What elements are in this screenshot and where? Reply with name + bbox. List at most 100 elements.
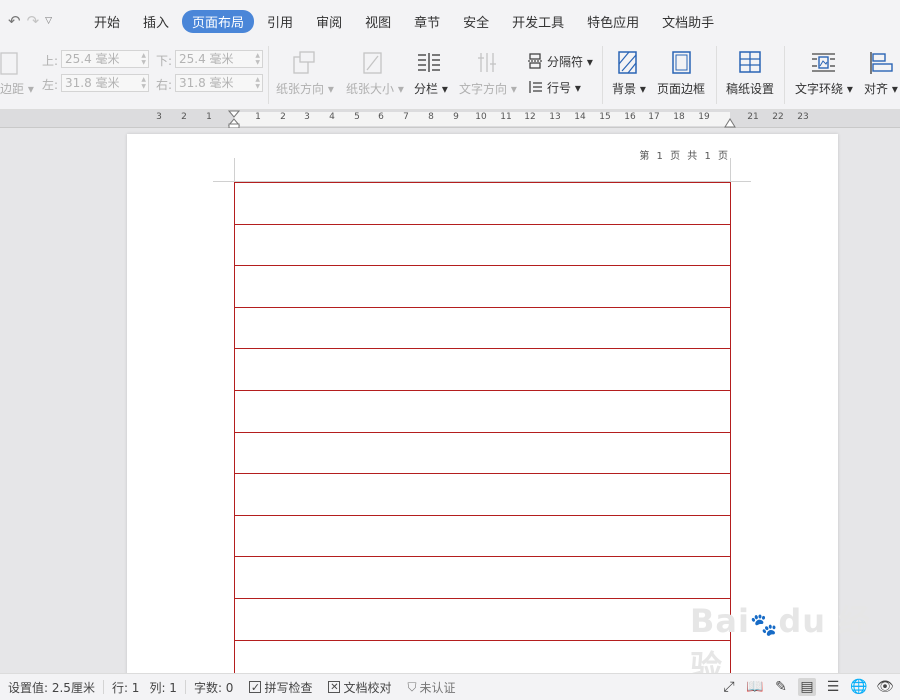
grid-row <box>235 473 730 515</box>
ruler-number: 22 <box>772 112 784 122</box>
spell-check-button[interactable]: ✓ 拼写检查 <box>241 679 320 696</box>
ruler-number: 14 <box>574 112 586 122</box>
ruler-number: 4 <box>329 112 335 122</box>
tab-6[interactable]: 章节 <box>404 10 450 33</box>
background-button[interactable]: 背景 ▾ <box>612 80 646 97</box>
row-indicator: 行: 1 <box>111 680 140 695</box>
paper-setup-button[interactable]: 稿纸设置 <box>726 80 774 97</box>
word-count[interactable]: 字数: 0 <box>186 679 242 696</box>
orientation-icon <box>293 51 315 74</box>
bottom-margin-label: 下: <box>156 54 173 68</box>
orientation-button[interactable]: 纸张方向 ▾ <box>276 80 334 97</box>
text-direction-icon <box>478 53 496 72</box>
top-margin-label: 上: <box>42 54 59 68</box>
reading-mode-icon[interactable]: 📖 <box>746 678 764 696</box>
left-margin-input[interactable]: 31.8 毫米 ▲ ▼ <box>61 74 149 92</box>
columns-icon <box>418 53 440 72</box>
bottom-margin-input[interactable]: 25.4 毫米 ▲ ▼ <box>175 50 263 68</box>
undo-icon[interactable]: ↶ <box>8 13 21 29</box>
col-indicator: 列: 1 <box>149 680 177 695</box>
separator-button[interactable]: 分隔符 ▾ <box>547 53 593 70</box>
ruler-number: 3 <box>304 112 310 122</box>
margins-button[interactable]: 边距 ▾ <box>0 80 34 97</box>
ruler-number: 16 <box>624 112 636 122</box>
text-direction-button[interactable]: 文字方向 ▾ <box>459 80 517 97</box>
tab-0[interactable]: 开始 <box>84 10 130 33</box>
grid-row <box>235 514 730 557</box>
tab-8[interactable]: 开发工具 <box>502 10 574 33</box>
fullscreen-icon[interactable]: ⤢ <box>720 678 738 696</box>
grid-row <box>235 431 730 474</box>
ruler-number: 2 <box>181 112 187 122</box>
redo-icon[interactable]: ↷ <box>27 13 40 29</box>
ruler-number: 18 <box>673 112 685 122</box>
grid-row <box>235 182 730 224</box>
align-button[interactable]: 对齐 ▾ <box>864 80 898 97</box>
paper-size-button[interactable]: 纸张大小 ▾ <box>346 80 404 97</box>
right-margin-label: 右: <box>156 78 173 92</box>
grid-row <box>235 306 730 349</box>
tab-1[interactable]: 插入 <box>133 10 179 33</box>
doc-check-button[interactable]: ✕ 文档校对 <box>320 679 399 696</box>
ruler-number: 12 <box>524 112 536 122</box>
top-margin-input[interactable]: 25.4 毫米 ▲ ▼ <box>61 50 149 68</box>
line-number-button[interactable]: 行号 ▾ <box>547 79 581 96</box>
ruler-number: 7 <box>403 112 409 122</box>
columns-button[interactable]: 分栏 ▾ <box>414 80 448 97</box>
right-margin-input[interactable]: 31.8 毫米 ▲ ▼ <box>175 74 263 92</box>
indent-marker-icon[interactable] <box>228 110 240 128</box>
ruler-number: 11 <box>500 112 512 122</box>
tab-2[interactable]: 页面布局 <box>182 9 255 33</box>
document-page[interactable]: 第 1 页 共 1 页 <box>127 134 838 673</box>
page-view-icon[interactable]: ▤ <box>798 678 816 696</box>
page-border-button[interactable]: 页面边框 <box>657 80 705 97</box>
ruler-number: 6 <box>378 112 384 122</box>
tab-3[interactable]: 引用 <box>257 10 303 33</box>
tab-4[interactable]: 审阅 <box>306 10 352 33</box>
ruler-number: 2 <box>280 112 286 122</box>
quick-access-toolbar: ↶ ↷ ▽ <box>0 13 84 29</box>
ruler-number: 1 <box>255 112 261 122</box>
separator-icon <box>528 53 542 69</box>
tab-10[interactable]: 文档助手 <box>652 10 724 33</box>
grid-row <box>235 223 730 266</box>
ruler-number: 15 <box>599 112 611 122</box>
tab-9[interactable]: 特色应用 <box>577 10 649 33</box>
ruler-number: 8 <box>428 112 434 122</box>
ruler-number: 13 <box>549 112 561 122</box>
tab-7[interactable]: 安全 <box>453 10 499 33</box>
grid-row <box>235 389 730 432</box>
edit-mode-icon[interactable]: ✎ <box>772 678 790 696</box>
menu-bar: ↶ ↷ ▽ 开始 插入 页面布局 引用 审阅 视图 章节 安全 开发工具 特色应用 文档助手 <box>0 0 900 42</box>
shield-icon: ⛉ <box>407 679 417 694</box>
web-view-icon[interactable]: 🌐 <box>850 678 868 696</box>
certification-status[interactable]: ⛉ 未认证 <box>399 679 463 696</box>
eye-protection-icon[interactable]: 👁 <box>876 678 894 696</box>
ruler-number: 9 <box>453 112 459 122</box>
ruler-number: 19 <box>698 112 710 122</box>
customize-dropdown-icon[interactable]: ▽ <box>45 16 52 26</box>
horizontal-ruler[interactable]: 3 2 1 1 2 3 4 5 6 7 8 9 10 11 12 13 14 15 16 17 18 19 21 22 23 <box>0 110 900 128</box>
grid-row <box>235 556 730 598</box>
right-indent-marker-icon[interactable] <box>724 116 736 128</box>
doc-check-icon: ✕ <box>328 681 341 693</box>
paper-size-icon <box>363 52 382 74</box>
manuscript-grid <box>234 182 731 673</box>
grid-row <box>235 348 730 390</box>
margin-corner-left <box>234 158 235 182</box>
ruler-number: 23 <box>797 112 809 122</box>
ruler-number: 17 <box>648 112 660 122</box>
page-header-text: 第 1 页 共 1 页 <box>639 151 730 162</box>
document-canvas[interactable]: 第 1 页 共 1 页 <box>0 128 900 673</box>
spell-check-icon: ✓ <box>249 680 262 694</box>
ribbon-toolbar: 边距 ▾ 上: 25.4 毫米 ▲ ▼ 左: 31.8 毫米 ▲ ▼ 下: 25.4 毫… <box>0 42 900 110</box>
tab-5[interactable]: 视图 <box>355 10 401 33</box>
page-border-icon <box>672 51 691 74</box>
background-icon <box>618 51 637 74</box>
ruler-number: 3 <box>156 112 162 122</box>
outline-view-icon[interactable]: ☰ <box>824 678 842 696</box>
margin-corner-right <box>730 158 731 182</box>
paper-setup-icon <box>739 51 761 73</box>
text-wrap-button[interactable]: 文字环绕 ▾ <box>795 80 853 97</box>
margins-icon <box>0 52 18 75</box>
